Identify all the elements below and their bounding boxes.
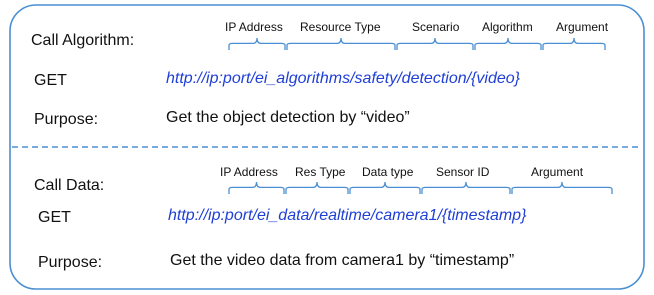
section2-method: GET [38,209,71,226]
section1-label-argument: Argument [556,20,609,34]
section2-brace-4 [421,181,511,194]
section1-label-algorithm: Algorithm [482,20,533,34]
section1-title: Call Algorithm: [31,32,135,49]
section2-purpose-label: Purpose: [38,254,103,271]
section1-brace-3 [396,37,474,50]
section1-label-resource-type: Resource Type [300,20,381,34]
section1-endpoint-url: http://ip:port/ei_algorithms/safety/dete… [166,70,520,87]
section2-brace-1 [228,181,285,194]
api-call-diagram: Call Algorithm: IP Address Resource Type… [0,0,654,295]
section1-brace-1 [228,37,286,50]
section2-brace-3 [349,181,421,194]
section1-purpose-text: Get the object detection by “video” [166,109,410,126]
section2-brace-2 [285,181,349,194]
section2-label-sensor-id: Sensor ID [436,165,490,179]
section1-brace-2 [286,37,396,50]
section1-brace-4 [474,37,542,50]
section1-brace-5 [542,37,606,50]
section1-method: GET [34,72,67,89]
section2-label-ip-address: IP Address [220,165,278,179]
section2-endpoint-url: http://ip:port/ei_data/realtime/camera1/… [168,207,527,224]
section1-label-scenario: Scenario [412,20,460,34]
section1-purpose-label: Purpose: [34,111,99,128]
section2-label-argument: Argument [531,165,584,179]
section2-brace-5 [511,181,613,194]
section2-label-data-type: Data type [362,165,414,179]
section1-label-ip-address: IP Address [225,20,283,34]
section2-title: Call Data: [34,177,105,194]
section2-label-res-type: Res Type [295,165,346,179]
section2-purpose-text: Get the video data from camera1 by “time… [170,252,515,269]
